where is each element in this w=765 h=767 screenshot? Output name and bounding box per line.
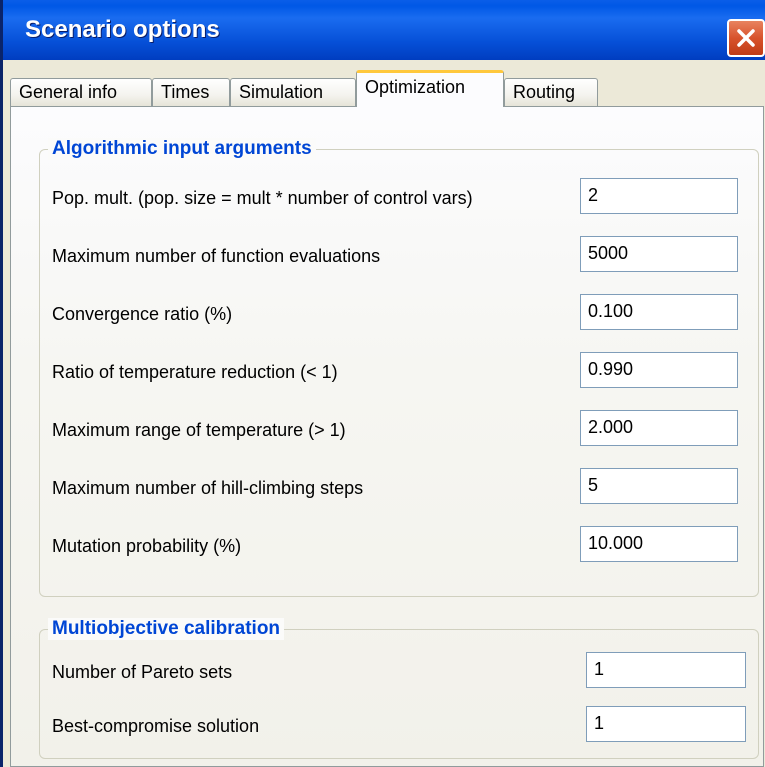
- tab-simulation[interactable]: Simulation: [230, 78, 356, 106]
- tab-label: Optimization: [365, 77, 466, 97]
- max-function-evaluations-field[interactable]: 5000: [580, 236, 738, 272]
- title-bar[interactable]: Scenario options: [3, 0, 765, 60]
- temperature-range-label: Maximum range of temperature (> 1): [52, 420, 346, 440]
- optimization-panel: Algorithmic input arguments Pop. mult. (…: [10, 106, 764, 767]
- temperature-reduction-field[interactable]: 0.990: [580, 352, 738, 388]
- pop-mult-label: Pop. mult. (pop. size = mult * number of…: [52, 188, 473, 208]
- tab-label: Simulation: [239, 82, 324, 102]
- window-title: Scenario options: [25, 16, 220, 43]
- temperature-range-field[interactable]: 2.000: [580, 410, 738, 446]
- mutation-probability-field[interactable]: 10.000: [580, 526, 738, 562]
- group-title: Multiobjective calibration: [48, 618, 285, 640]
- algorithmic-arguments-group: Algorithmic input arguments Pop. mult. (…: [39, 138, 759, 597]
- tab-label: General info: [19, 82, 118, 102]
- tab-routing[interactable]: Routing: [504, 78, 598, 106]
- pop-mult-field[interactable]: 2: [580, 178, 738, 214]
- tab-label: Times: [161, 82, 210, 102]
- hill-climbing-steps-field[interactable]: 5: [580, 468, 738, 504]
- tab-label: Routing: [513, 82, 576, 102]
- tab-times[interactable]: Times: [152, 78, 230, 106]
- best-compromise-field[interactable]: 1: [586, 706, 746, 742]
- tab-general-info[interactable]: General info: [10, 78, 152, 106]
- group-title: Algorithmic input arguments: [48, 138, 316, 160]
- temperature-reduction-label: Ratio of temperature reduction (< 1): [52, 362, 338, 382]
- pareto-sets-label: Number of Pareto sets: [52, 662, 233, 682]
- pareto-sets-field[interactable]: 1: [586, 652, 746, 688]
- close-button[interactable]: [727, 19, 765, 57]
- close-icon: [735, 27, 757, 49]
- multiobjective-calibration-group: Multiobjective calibration Number of Par…: [39, 618, 759, 759]
- convergence-ratio-label: Convergence ratio (%): [52, 304, 233, 324]
- hill-climbing-steps-label: Maximum number of hill-climbing steps: [52, 478, 364, 498]
- mutation-probability-label: Mutation probability (%): [52, 536, 242, 556]
- max-function-evaluations-label: Maximum number of function evaluations: [52, 246, 381, 266]
- best-compromise-label: Best-compromise solution: [52, 716, 260, 736]
- scenario-options-window: Scenario options General info Times Simu…: [0, 0, 765, 767]
- convergence-ratio-field[interactable]: 0.100: [580, 294, 738, 330]
- tab-optimization[interactable]: Optimization: [356, 70, 504, 107]
